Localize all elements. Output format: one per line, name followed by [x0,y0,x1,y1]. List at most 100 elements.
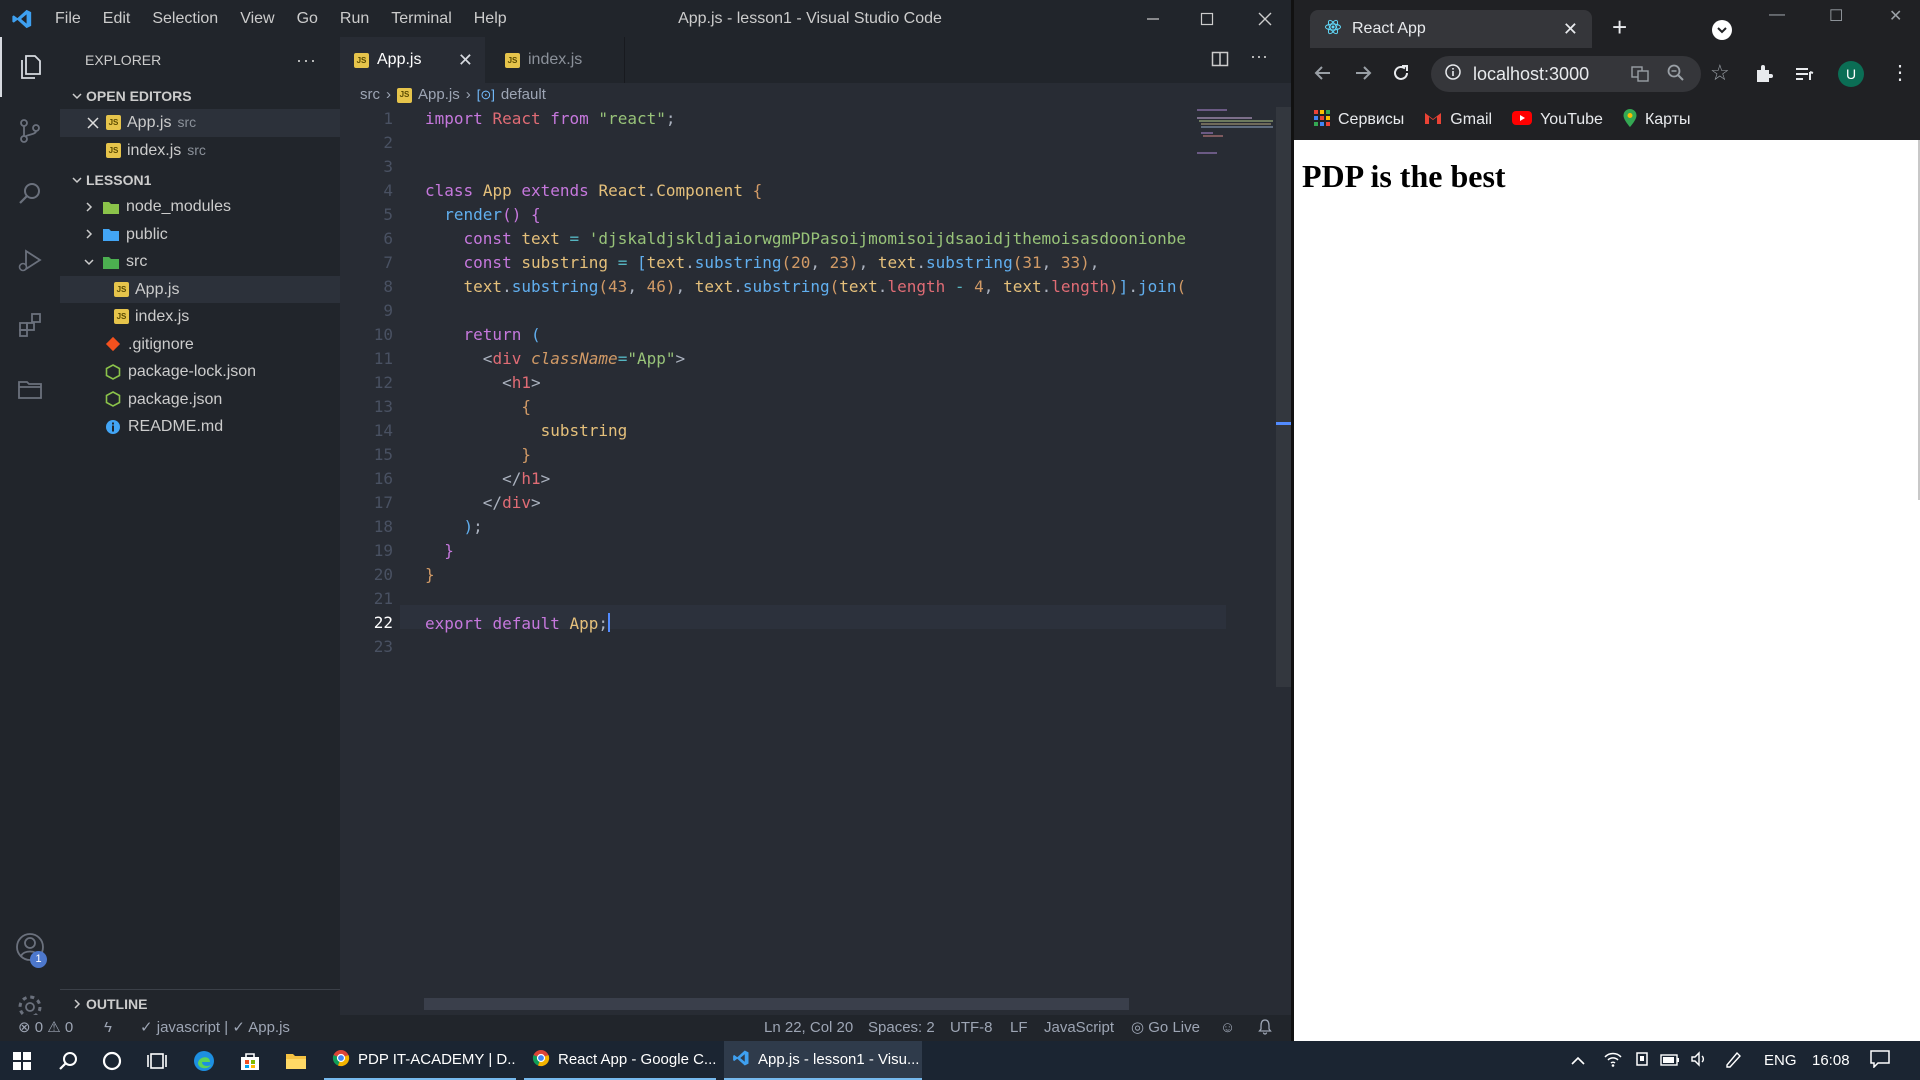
encoding[interactable]: UTF-8 [950,1015,993,1041]
menu-help[interactable]: Help [463,0,518,37]
tree-public[interactable]: public [60,221,340,249]
tree-app-js[interactable]: JS App.js [60,275,340,303]
tab-app-js[interactable]: JS App.js ✕ [340,37,485,83]
bookmark-gmail[interactable]: Gmail [1424,111,1492,130]
chrome-menu-icon[interactable]: ⋮ [1890,60,1910,85]
feedback-icon[interactable]: ☺ [1220,1015,1235,1041]
search-icon[interactable] [46,1041,90,1080]
minimize-icon[interactable] [1124,0,1182,37]
explorer-icon[interactable] [0,37,60,97]
minimize-icon[interactable]: — [1769,6,1785,24]
maximize-icon[interactable]: ☐ [1829,6,1843,26]
zoom-icon[interactable] [1667,64,1685,87]
tree-readme[interactable]: README.md [60,413,340,441]
file-explorer-icon[interactable] [274,1041,318,1080]
forward-icon[interactable] [1354,64,1372,87]
problems-indicator[interactable]: ⊗ 0 ⚠ 0 [18,1015,73,1041]
close-window-icon[interactable] [1236,0,1294,37]
store-icon[interactable] [228,1041,272,1080]
back-icon[interactable] [1314,64,1332,87]
cortana-icon[interactable] [90,1041,134,1080]
source-control-icon[interactable] [0,101,60,161]
menu-terminal[interactable]: Terminal [380,0,462,37]
tree-package-lock[interactable]: package-lock.json [60,358,340,386]
remote-explorer-icon[interactable] [0,359,60,419]
new-tab-icon[interactable]: + [1612,12,1627,43]
end-of-line[interactable]: LF [1010,1015,1028,1041]
notifications-bell-icon[interactable] [1258,1015,1272,1041]
notification-center-icon[interactable] [1870,1041,1890,1080]
menu-file[interactable]: File [44,0,92,37]
cursor-position[interactable]: Ln 22, Col 20 [764,1015,853,1041]
extensions-icon[interactable] [1754,64,1774,89]
extensions-icon[interactable] [0,295,60,355]
device-icon[interactable] [1634,1041,1650,1080]
tree-gitignore[interactable]: .gitignore [60,331,340,359]
breadcrumb-src[interactable]: src [360,83,380,107]
taskbar-app-label: App.js - lesson1 - Visu... [758,1051,920,1068]
minimap[interactable] [1195,107,1275,157]
wifi-icon[interactable] [1604,1041,1622,1080]
menu-run[interactable]: Run [329,0,380,37]
run-debug-icon[interactable] [0,230,60,290]
breadcrumb-file[interactable]: App.js [418,83,460,107]
taskbar-app-vscode[interactable]: App.js - lesson1 - Visu... [724,1041,922,1080]
eslint-status[interactable]: ✓ javascript | ✓ App.js [140,1015,290,1041]
close-tab-icon[interactable]: ✕ [458,50,473,71]
close-tab-icon[interactable]: ✕ [1563,19,1578,40]
menu-selection[interactable]: Selection [141,0,229,37]
menu-view[interactable]: View [229,0,285,37]
more-actions-icon[interactable]: ··· [296,37,317,83]
open-editor-index-js[interactable]: JS index.js src [60,137,340,165]
clock-time[interactable]: 16:08 [1812,1041,1850,1080]
editor-more-icon[interactable]: ··· [1250,46,1268,67]
horizontal-scrollbar[interactable] [424,998,1129,1010]
profile-avatar[interactable]: U [1838,61,1864,87]
close-editor-icon[interactable] [84,117,102,129]
outline-section[interactable]: OUTLINE [60,989,340,1017]
project-section[interactable]: LESSON1 [60,167,340,193]
open-editor-app-js[interactable]: JS App.js src [60,109,340,137]
code-editor[interactable]: 1 2 3 4 5 6 7 8 9 10 11 12 13 14 15 16 1… [340,107,1291,1007]
tab-index-js[interactable]: JS index.js [485,37,625,83]
search-icon[interactable] [0,164,60,224]
tree-package-json[interactable]: package.json [60,386,340,414]
edge-icon[interactable] [182,1041,226,1080]
language-mode[interactable]: JavaScript [1044,1015,1114,1041]
volume-icon[interactable] [1690,1041,1708,1080]
input-language[interactable]: ENG [1764,1041,1797,1080]
bookmark-services[interactable]: Сервисы [1314,109,1404,131]
address-bar[interactable]: localhost:3000 [1431,56,1701,92]
battery-icon[interactable] [1660,1041,1680,1080]
lightning-icon[interactable]: ϟ [104,1015,112,1041]
bookmark-maps[interactable]: Карты [1623,108,1691,132]
taskbar-app-chrome-react[interactable]: React App - Google C... [524,1041,716,1080]
translate-icon[interactable] [1631,65,1649,88]
windows-taskbar: PDP IT-ACADEMY | D... React App - Google… [0,1041,1920,1080]
maximize-icon[interactable] [1178,0,1236,37]
breadcrumb-symbol[interactable]: default [501,83,546,107]
tab-search-icon[interactable] [1712,20,1732,40]
vertical-scrollbar[interactable] [1276,107,1291,687]
tree-node-modules[interactable]: node_modules [60,193,340,221]
indentation[interactable]: Spaces: 2 [868,1015,935,1041]
close-window-icon[interactable]: ✕ [1889,6,1902,26]
show-hidden-icons[interactable] [1570,1041,1586,1080]
bookmark-youtube[interactable]: YouTube [1512,110,1603,130]
open-editors-section[interactable]: OPEN EDITORS [60,83,340,109]
split-editor-icon[interactable] [1211,50,1229,73]
windows-start-icon[interactable] [0,1041,44,1080]
pen-icon[interactable] [1724,1041,1742,1080]
task-view-icon[interactable] [135,1041,179,1080]
accounts-icon[interactable]: 1 [0,917,60,977]
reload-icon[interactable] [1392,64,1410,87]
tree-index-js[interactable]: JS index.js [60,303,340,331]
browser-tab[interactable]: React App ✕ [1310,10,1592,48]
menu-edit[interactable]: Edit [92,0,142,37]
bookmark-star-icon[interactable]: ☆ [1710,60,1730,86]
media-queue-icon[interactable] [1794,64,1814,89]
taskbar-app-chrome-pdp[interactable]: PDP IT-ACADEMY | D... [324,1041,516,1080]
go-live-button[interactable]: ◎ Go Live [1131,1015,1200,1041]
menu-go[interactable]: Go [286,0,329,37]
tree-src[interactable]: src [60,248,340,276]
